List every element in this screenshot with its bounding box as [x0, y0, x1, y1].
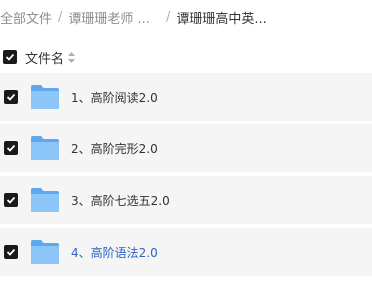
folder-icon: [31, 188, 59, 212]
file-checkbox[interactable]: [4, 141, 18, 155]
checkmark-icon: [6, 196, 16, 204]
folder-icon: [31, 85, 59, 109]
breadcrumb-separator: /: [58, 9, 63, 25]
file-name-link[interactable]: 2、高阶完形2.0: [71, 140, 158, 157]
file-name-link[interactable]: 1、高阶阅读2.0: [71, 89, 158, 106]
file-checkbox[interactable]: [4, 90, 18, 104]
file-name-link[interactable]: 3、高阶七选五2.0: [71, 192, 170, 209]
file-name-link[interactable]: 4、高阶语法2.0: [71, 244, 158, 261]
breadcrumb: 全部文件 / 谭珊珊老师 ... / 谭珊珊高中英...: [0, 0, 372, 34]
file-row[interactable]: 4、高阶语法2.0: [0, 228, 372, 276]
breadcrumb-all-files[interactable]: 全部文件: [0, 8, 52, 27]
checkmark-icon: [6, 248, 16, 256]
select-all-checkbox[interactable]: [3, 50, 17, 64]
checkmark-icon: [6, 144, 16, 152]
checkmark-icon: [6, 93, 16, 101]
file-checkbox[interactable]: [4, 193, 18, 207]
breadcrumb-current-folder: 谭珊珊高中英...: [176, 11, 267, 27]
file-row[interactable]: 3、高阶七选五2.0: [0, 176, 372, 224]
sort-icon[interactable]: [68, 51, 76, 63]
column-header-filename[interactable]: 文件名: [25, 48, 64, 67]
file-list-header: 文件名: [0, 44, 372, 70]
file-row[interactable]: 1、高阶阅读2.0: [0, 73, 372, 121]
folder-icon: [31, 136, 59, 160]
folder-icon: [31, 240, 59, 264]
breadcrumb-separator: /: [165, 9, 171, 25]
file-row[interactable]: 2、高阶完形2.0: [0, 124, 372, 172]
checkmark-icon: [5, 53, 15, 61]
file-checkbox[interactable]: [4, 245, 18, 259]
sort-arrows-icon: [68, 51, 76, 63]
breadcrumb-teacher-folder[interactable]: 谭珊珊老师 ...: [68, 8, 150, 27]
